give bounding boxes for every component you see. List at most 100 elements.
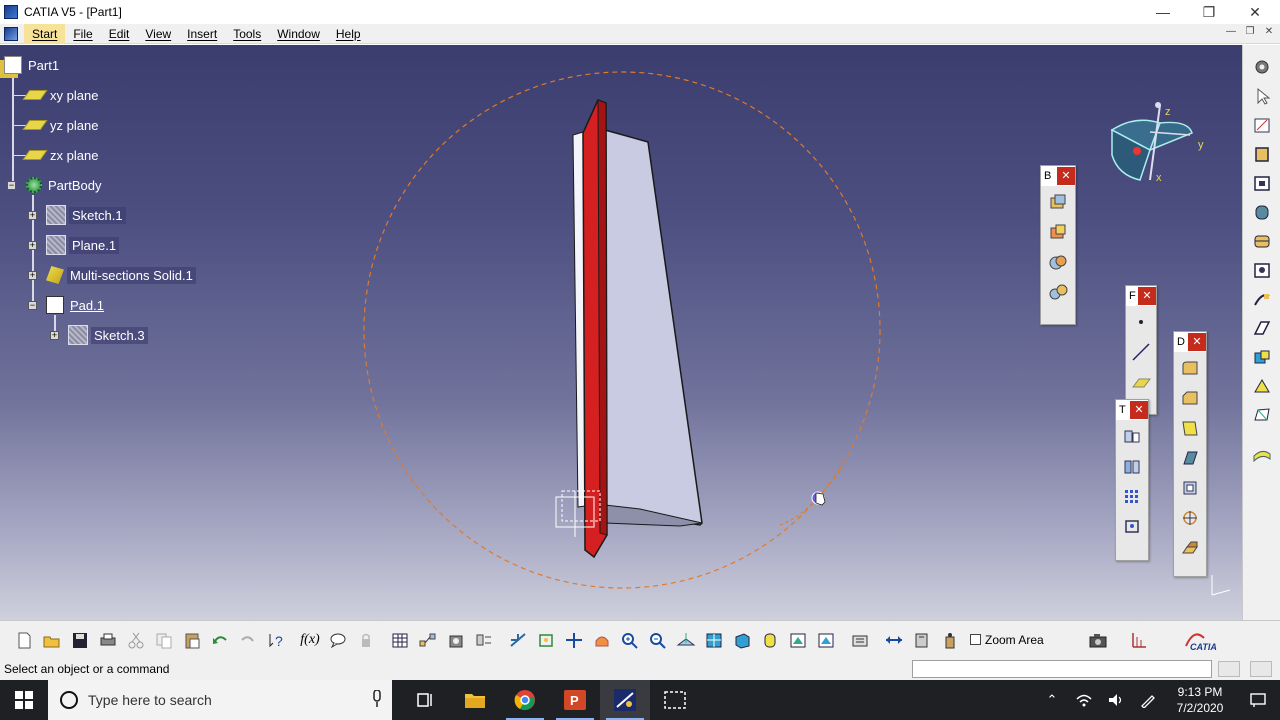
- copy-button[interactable]: [150, 626, 178, 654]
- remove-face-button[interactable]: [1176, 534, 1204, 562]
- doc-close-button[interactable]: ✕: [1260, 26, 1278, 37]
- loft-button[interactable]: [1248, 401, 1276, 429]
- expand-sketch1-toggle[interactable]: +: [28, 211, 37, 220]
- add-button[interactable]: [1044, 218, 1072, 246]
- groove-button[interactable]: [1248, 227, 1276, 255]
- multi-view-button[interactable]: [700, 626, 728, 654]
- pan-button[interactable]: [560, 626, 588, 654]
- draft-button[interactable]: [1176, 414, 1204, 442]
- surface-based-button[interactable]: [1248, 439, 1276, 467]
- undo-button[interactable]: [206, 626, 234, 654]
- select-button[interactable]: [1248, 82, 1276, 110]
- toolbar-close-button[interactable]: ✕: [1138, 287, 1156, 305]
- 3d-viewport[interactable]: y z x Part1 xy plane yz plane zx plane −…: [0, 45, 1242, 620]
- taskbar-powerpoint[interactable]: P: [550, 680, 600, 720]
- minimize-button[interactable]: —: [1140, 0, 1186, 24]
- tree-item-multi-sections-solid[interactable]: Multi-sections Solid.1: [46, 264, 196, 286]
- mirror-button[interactable]: [1118, 452, 1146, 480]
- show-hidden-icons-button[interactable]: ⌃: [1036, 680, 1068, 720]
- toolbar-header[interactable]: F ✕: [1126, 286, 1156, 306]
- hide-show-button[interactable]: [784, 626, 812, 654]
- expand-multisection-toggle[interactable]: +: [28, 271, 37, 280]
- document-icon[interactable]: [4, 26, 18, 41]
- update-button[interactable]: [846, 626, 874, 654]
- hole-button[interactable]: [1248, 256, 1276, 284]
- start-button[interactable]: [0, 680, 48, 720]
- stop-command-button[interactable]: [1250, 661, 1272, 677]
- toolbar-close-button[interactable]: ✕: [1188, 333, 1206, 351]
- measure-between-button[interactable]: [880, 626, 908, 654]
- system-clock[interactable]: 9:13 PM 7/2/2020: [1164, 684, 1236, 716]
- slot-button[interactable]: [1248, 314, 1276, 342]
- swap-space-button[interactable]: [812, 626, 840, 654]
- menu-insert[interactable]: Insert: [179, 24, 225, 44]
- tree-item-plane1[interactable]: Plane.1: [46, 234, 120, 256]
- menu-help[interactable]: Help: [328, 24, 369, 44]
- paste-button[interactable]: [178, 626, 206, 654]
- tree-item-sketch1[interactable]: Sketch.1: [46, 204, 126, 226]
- zoom-area-toggle[interactable]: Zoom Area: [970, 633, 1044, 647]
- chamfer-button[interactable]: [1176, 384, 1204, 412]
- stiffener-button[interactable]: [1248, 372, 1276, 400]
- tree-item-xy-plane[interactable]: xy plane: [22, 84, 101, 106]
- action-center-button[interactable]: [1236, 680, 1280, 720]
- toolbar-header[interactable]: D ✕: [1174, 332, 1206, 352]
- tree-item-sketch3[interactable]: Sketch.3: [68, 324, 148, 346]
- compass-button[interactable]: [1124, 626, 1152, 654]
- normal-view-button[interactable]: [672, 626, 700, 654]
- formula-button[interactable]: f(x): [296, 626, 324, 654]
- menu-file[interactable]: File: [65, 24, 100, 44]
- taskbar-catia[interactable]: [600, 680, 650, 720]
- collapse-partbody-toggle[interactable]: −: [7, 181, 16, 190]
- intersect-button[interactable]: [1044, 248, 1072, 276]
- fly-mode-button[interactable]: [504, 626, 532, 654]
- shaft-button[interactable]: [1248, 198, 1276, 226]
- zoom-out-button[interactable]: [644, 626, 672, 654]
- taskbar-file-explorer[interactable]: [450, 680, 500, 720]
- fillet-button[interactable]: [1176, 354, 1204, 382]
- menu-edit[interactable]: Edit: [101, 24, 138, 44]
- toolbar-header[interactable]: T ✕: [1116, 400, 1148, 420]
- expand-sketch3-toggle[interactable]: +: [50, 331, 59, 340]
- rib-button[interactable]: [1248, 285, 1276, 313]
- translation-button[interactable]: [1118, 422, 1146, 450]
- tree-item-zx-plane[interactable]: zx plane: [22, 144, 101, 166]
- open-button[interactable]: [38, 626, 66, 654]
- doc-minimize-button[interactable]: —: [1222, 26, 1240, 37]
- pad-button[interactable]: [1248, 140, 1276, 168]
- whats-this-button[interactable]: ?: [262, 626, 290, 654]
- toolbar-close-button[interactable]: ✕: [1130, 401, 1148, 419]
- rotate-button[interactable]: [588, 626, 616, 654]
- menu-window[interactable]: Window: [269, 24, 328, 44]
- taskbar-search-box[interactable]: Type here to search: [48, 680, 392, 720]
- pocket-button[interactable]: [1248, 169, 1276, 197]
- volume-icon[interactable]: [1100, 680, 1132, 720]
- settings-button[interactable]: [1248, 53, 1276, 81]
- command-input[interactable]: [912, 660, 1212, 678]
- point-button[interactable]: [1127, 308, 1155, 336]
- command-history-button[interactable]: [1218, 661, 1240, 677]
- thickness-button[interactable]: [1176, 474, 1204, 502]
- toolbar-close-button[interactable]: ✕: [1057, 167, 1075, 185]
- collapse-pad1-toggle[interactable]: −: [28, 301, 37, 310]
- pen-icon[interactable]: [1132, 680, 1164, 720]
- print-button[interactable]: [94, 626, 122, 654]
- sketcher-button[interactable]: [1248, 111, 1276, 139]
- tree-item-part1[interactable]: Part1: [4, 54, 62, 76]
- menu-tools[interactable]: Tools: [225, 24, 269, 44]
- zoom-area-checkbox[interactable]: [970, 634, 981, 645]
- lock-button[interactable]: [352, 626, 380, 654]
- pattern-button[interactable]: [1118, 482, 1146, 510]
- analysis-button[interactable]: [442, 626, 470, 654]
- redo-button[interactable]: [234, 626, 262, 654]
- tree-item-yz-plane[interactable]: yz plane: [22, 114, 101, 136]
- taskbar-chrome[interactable]: [500, 680, 550, 720]
- hierarchy-button[interactable]: [414, 626, 442, 654]
- restore-button[interactable]: ❐: [1186, 0, 1232, 24]
- menu-start[interactable]: Start: [24, 23, 66, 44]
- taskbar-snipping-tool[interactable]: [650, 680, 700, 720]
- menu-view[interactable]: View: [137, 24, 179, 44]
- task-view-button[interactable]: [400, 680, 450, 720]
- cut-button[interactable]: [122, 626, 150, 654]
- toolbar-header[interactable]: B ✕: [1041, 166, 1075, 186]
